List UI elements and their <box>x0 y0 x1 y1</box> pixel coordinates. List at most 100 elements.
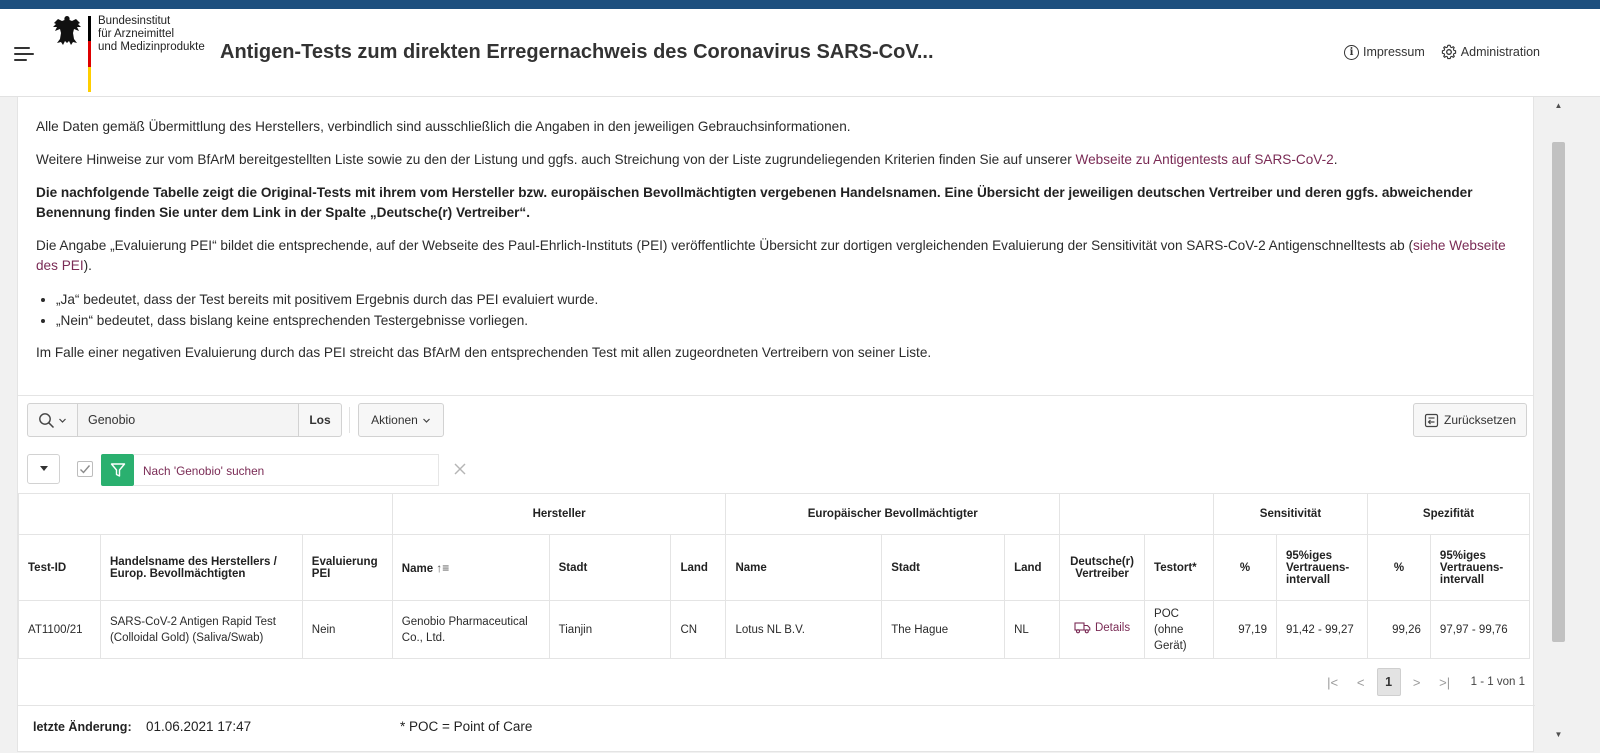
cell-handelsname: SARS-CoV-2 Antigen Rapid Test (Colloidal… <box>99 600 303 659</box>
info-paragraph: Die Angabe „Evaluierung PEI“ bildet die … <box>36 236 1515 276</box>
column-header-testort[interactable]: Testort* <box>1144 534 1215 601</box>
toolbar-divider <box>349 407 350 433</box>
next-page-button[interactable]: > <box>1405 668 1429 696</box>
info-icon: i <box>1343 44 1359 60</box>
column-header-hersteller-name[interactable]: Name ↑≡ <box>391 534 550 601</box>
group-header-sensitivitaet: Sensitivität <box>1213 493 1368 535</box>
chevron-down-icon <box>59 418 66 423</box>
group-header-empty <box>18 493 393 535</box>
column-label: Name <box>401 562 434 575</box>
group-header-spezifitaet: Spezifität <box>1366 493 1531 535</box>
top-accent-bar <box>0 0 1600 9</box>
actions-label: Aktionen <box>371 413 418 427</box>
impressum-link[interactable]: i Impressum <box>1343 44 1425 60</box>
report-toolbar: Los Aktionen Zurücksetzen <box>27 403 1527 437</box>
cell-sens-pct: 97,19 <box>1213 600 1277 659</box>
column-header-sens-pct[interactable]: % <box>1213 534 1277 601</box>
info-paragraph-bold: Die nachfolgende Tabelle zeigt die Origi… <box>36 183 1515 223</box>
search-column-selector[interactable] <box>27 403 78 437</box>
column-header-hersteller-stadt[interactable]: Stadt <box>548 534 672 601</box>
info-bold-text: Die nachfolgende Tabelle zeigt die Origi… <box>36 185 1473 220</box>
first-page-button[interactable]: |< <box>1321 668 1345 696</box>
collapse-filters-button[interactable] <box>27 454 60 484</box>
column-header-handelsname[interactable]: Handelsname des Herstellers / Europ. Bev… <box>99 534 303 601</box>
filter-description[interactable]: Nach 'Genobio' suchen <box>134 454 439 486</box>
gear-icon <box>1441 44 1456 60</box>
active-filter-row: Nach 'Genobio' suchen <box>27 454 527 486</box>
cell-testort: POC (ohne Gerät) <box>1144 600 1215 659</box>
go-button[interactable]: Los <box>299 403 342 437</box>
last-page-button[interactable]: >| <box>1433 668 1457 696</box>
list-item: „Ja“ bedeutet, dass der Test bereits mit… <box>56 289 1515 310</box>
filter-enable-checkbox[interactable] <box>77 461 93 477</box>
column-header-sens-ci[interactable]: 95%iges Vertrauens-intervall <box>1275 534 1368 601</box>
interactive-report: Los Aktionen Zurücksetzen Nach 'Genobio'… <box>17 395 1535 753</box>
scrollbar-thumb[interactable] <box>1552 142 1565 642</box>
cell-vertreiber: Details <box>1059 600 1146 659</box>
column-header-evaluierung[interactable]: Evaluierung PEI <box>301 534 393 601</box>
info-paragraph: Im Falle einer negativen Evaluierung dur… <box>36 345 932 360</box>
current-page-button[interactable]: 1 <box>1376 668 1401 696</box>
org-name: Bundesinstitut für Arzneimittel und Medi… <box>98 15 218 54</box>
cell-bevollmaechtigter-land: NL <box>1004 600 1061 659</box>
column-header-vertreiber[interactable]: Deutsche(r) Vertreiber <box>1059 534 1146 601</box>
app-header: Bundesinstitut für Arzneimittel und Medi… <box>0 9 1600 97</box>
cell-hersteller-name: Genobio Pharmaceutical Co., Ltd. <box>391 600 550 659</box>
last-change-label: letzte Änderung: <box>33 720 132 734</box>
column-header-spez-ci[interactable]: 95%iges Vertrauens-intervall <box>1429 534 1531 601</box>
reset-label: Zurücksetzen <box>1443 413 1517 427</box>
flag-band-black <box>88 16 91 42</box>
group-header-hersteller: Hersteller <box>391 493 727 535</box>
cell-spez-ci: 97,97 - 99,76 <box>1429 600 1531 659</box>
scroll-up-icon[interactable]: ▲ <box>1553 100 1564 111</box>
antigentests-website-link[interactable]: Webseite zu Antigentests auf SARS-CoV-2 <box>1076 152 1334 167</box>
sort-ascending-icon: ↑≡ <box>436 560 450 575</box>
group-header-empty <box>1059 493 1215 535</box>
previous-page-button[interactable]: < <box>1349 668 1373 696</box>
impressum-label: Impressum <box>1362 45 1425 59</box>
cell-bevollmaechtigter-stadt: The Hague <box>881 600 1006 659</box>
pagination: |< < 1 > >| 1 - 1 von 1 <box>1321 667 1525 697</box>
details-link[interactable]: Details <box>1074 620 1130 636</box>
info-panel: Alle Daten gemäß Übermittlung des Herste… <box>17 97 1534 397</box>
org-line: und Medizinprodukte <box>98 41 205 53</box>
filter-badge <box>101 454 134 486</box>
actions-menu-button[interactable]: Aktionen <box>358 403 444 437</box>
search-input[interactable] <box>78 403 299 437</box>
report-footer: letzte Änderung: 01.06.2021 17:47 * POC … <box>18 705 1535 753</box>
info-paragraph: Alle Daten gemäß Übermittlung des Herste… <box>36 119 851 134</box>
header-nav: i Impressum Administration <box>1343 44 1540 60</box>
last-change-value: 01.06.2021 17:47 <box>146 719 252 734</box>
table-row: AT1100/21 SARS-CoV-2 Antigen Rapid Test … <box>18 600 1531 659</box>
column-header-bevollmaechtigter-name[interactable]: Name <box>725 534 883 601</box>
list-item: „Nein“ bedeutet, dass bislang keine ents… <box>56 310 1515 331</box>
reset-button[interactable]: Zurücksetzen <box>1413 403 1527 437</box>
caret-down-icon <box>39 466 48 471</box>
pagination-info: 1 - 1 von 1 <box>1470 676 1525 688</box>
org-line: für Arzneimittel <box>98 28 175 40</box>
administration-label: Administration <box>1460 45 1540 59</box>
column-header-hersteller-land[interactable]: Land <box>670 534 727 601</box>
column-header-bevollmaechtigter-stadt[interactable]: Stadt <box>881 534 1006 601</box>
cell-spez-pct: 99,26 <box>1366 600 1431 659</box>
remove-filter-icon[interactable] <box>452 461 468 477</box>
info-text: . <box>1333 152 1338 167</box>
bfarm-logo[interactable]: Bundesinstitut für Arzneimittel und Medi… <box>52 14 212 94</box>
cell-hersteller-land: CN <box>670 600 727 659</box>
truck-icon <box>1074 622 1091 634</box>
search-icon <box>39 412 55 428</box>
hamburger-menu-icon[interactable] <box>14 45 36 61</box>
reset-icon <box>1424 413 1439 427</box>
administration-link[interactable]: Administration <box>1441 44 1540 60</box>
cell-evaluierung: Nein <box>301 600 393 659</box>
checkmark-icon <box>80 465 91 474</box>
column-header-bevollmaechtigter-land[interactable]: Land <box>1004 534 1061 601</box>
info-text: Weitere Hinweise zur vom BfArM bereitges… <box>36 152 1076 167</box>
scroll-down-icon[interactable]: ▼ <box>1553 729 1564 740</box>
poc-footnote: * POC = Point of Care <box>400 719 533 734</box>
cell-sens-ci: 91,42 - 99,27 <box>1275 600 1368 659</box>
column-header-row: Test-ID Handelsname des Herstellers / Eu… <box>18 534 1531 601</box>
column-header-test-id[interactable]: Test-ID <box>18 534 101 601</box>
column-header-spez-pct[interactable]: % <box>1366 534 1431 601</box>
info-paragraph: Weitere Hinweise zur vom BfArM bereitges… <box>36 150 1515 170</box>
